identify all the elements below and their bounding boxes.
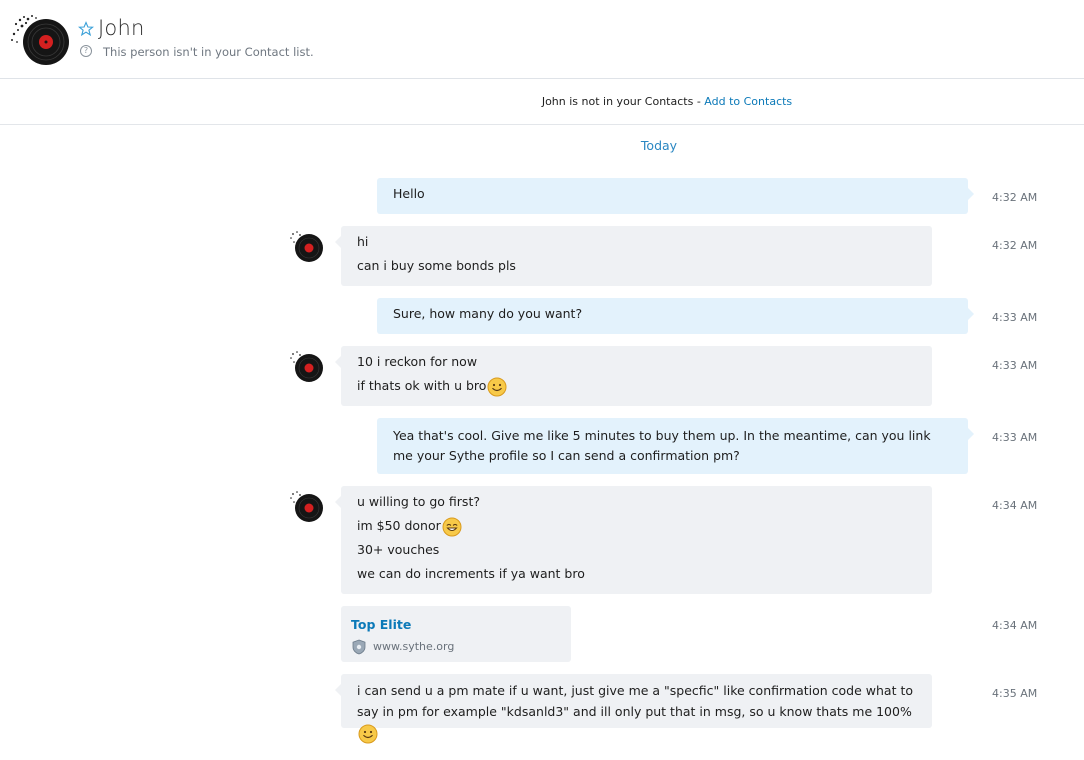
message-text: hi: [357, 234, 369, 249]
message-bubble-incoming[interactable]: hi can i buy some bonds pls: [335, 226, 932, 286]
contact-status: This person isn't in your Contact list.: [103, 45, 314, 59]
sender-avatar[interactable]: [288, 229, 324, 263]
message-bubble-incoming[interactable]: 10 i reckon for now if thats ok with u b…: [335, 346, 932, 406]
not-in-contacts-banner: John is not in your Contacts - Add to Co…: [0, 79, 1084, 125]
message-bubble-outgoing[interactable]: Sure, how many do you want?: [377, 298, 974, 334]
message-text: we can do increments if ya want bro: [357, 566, 585, 581]
message-text: 10 i reckon for now: [357, 354, 478, 369]
message-timestamp: 4:34 AM: [992, 499, 1038, 512]
contact-avatar[interactable]: [8, 12, 70, 68]
banner-text: John is not in your Contacts -: [541, 95, 705, 108]
message-text: Yea that's cool. Give me like 5 minutes …: [393, 428, 931, 463]
conversation-header: John ? This person isn't in your Contact…: [0, 0, 1084, 79]
message-text: can i buy some bonds pls: [357, 258, 516, 273]
message-bubble-incoming[interactable]: u willing to go first? im $50 donor 30+ …: [335, 486, 932, 594]
message-timestamp: 4:32 AM: [992, 191, 1038, 204]
message-text: u willing to go first?: [357, 494, 480, 509]
message-timestamp: 4:33 AM: [992, 311, 1038, 324]
message-bubble-outgoing[interactable]: Yea that's cool. Give me like 5 minutes …: [377, 418, 974, 474]
sender-avatar[interactable]: [288, 489, 324, 523]
message-timestamp: 4:32 AM: [992, 239, 1038, 252]
message-text: im $50 donor: [357, 518, 441, 533]
shield-icon: [352, 639, 366, 655]
message-text: if thats ok with u bro: [357, 378, 487, 393]
link-preview-card[interactable]: Top Elite www.sythe.org: [341, 606, 571, 662]
message-timestamp: 4:33 AM: [992, 431, 1038, 444]
link-title[interactable]: Top Elite: [351, 617, 411, 632]
smile-emoji-icon: [487, 377, 507, 396]
link-url[interactable]: www.sythe.org: [373, 640, 454, 653]
message-text: 30+ vouches: [357, 542, 440, 557]
message-bubble-incoming[interactable]: i can send u a pm mate if u want, just g…: [335, 674, 932, 743]
message-text: Hello: [393, 186, 425, 201]
contact-name: John: [98, 16, 145, 40]
message-text: i can send u a pm mate if u want, just g…: [357, 683, 914, 719]
add-to-contacts-link[interactable]: Add to Contacts: [704, 95, 792, 108]
message-timestamp: 4:34 AM: [992, 619, 1038, 632]
day-separator: Today: [640, 138, 678, 153]
question-circle-icon[interactable]: ?: [80, 45, 92, 57]
message-bubble-outgoing[interactable]: Hello: [377, 178, 974, 214]
grin-emoji-icon: [442, 517, 462, 536]
message-timestamp: 4:33 AM: [992, 359, 1038, 372]
message-timestamp: 4:35 AM: [992, 687, 1038, 700]
star-outline-icon[interactable]: [78, 21, 94, 37]
message-text: Sure, how many do you want?: [393, 306, 583, 321]
sender-avatar[interactable]: [288, 349, 324, 383]
smile-emoji-icon: [358, 724, 378, 743]
